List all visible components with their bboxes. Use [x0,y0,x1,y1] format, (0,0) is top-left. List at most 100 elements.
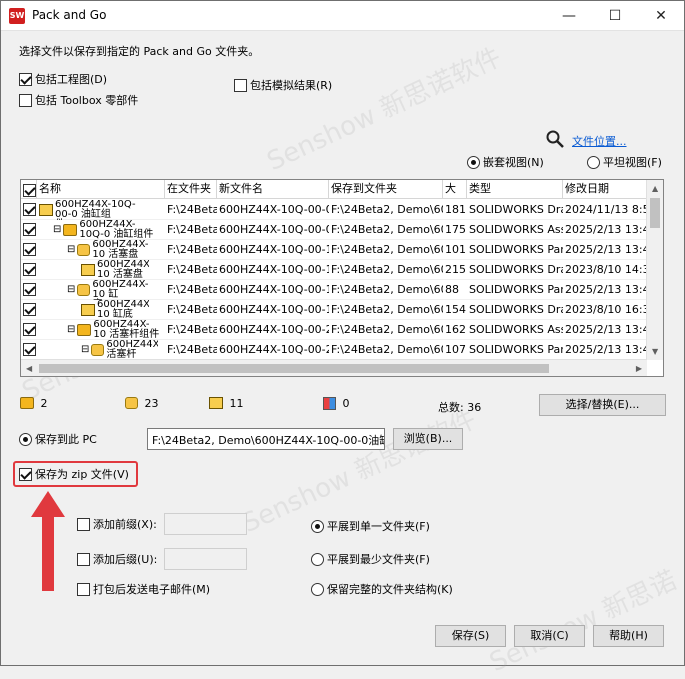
cell-new-name: 600HZ44X-10Q-00-0 [219,223,329,236]
cell-new-name: 600HZ44X-10Q-00-2- [219,343,329,356]
row-checkbox[interactable] [23,323,36,336]
scroll-left-arrow-icon[interactable]: ◀ [26,364,32,373]
select-all-checkbox[interactable] [23,183,36,197]
cell-size: 215 [445,263,466,276]
assembly-icon [63,224,78,236]
flat-view-radio[interactable] [587,155,600,169]
drawing-icon [81,304,95,316]
table-row[interactable]: ⊟ 600HZ44X- 活塞杆 F:\24Beta 600HZ44X-10Q-00-2… [21,340,647,360]
row-checkbox[interactable] [23,303,36,316]
add-prefix-option[interactable]: 添加前缀(X): [77,516,157,532]
tree-collapse-icon[interactable]: ⊟ [67,284,75,295]
cancel-button[interactable]: 取消(C) [514,625,585,647]
nested-view-option[interactable]: 嵌套视图(N) [467,154,544,170]
horizontal-scrollbar[interactable]: ◀ ▶ [21,359,647,376]
tree-collapse-icon[interactable]: ⊟ [81,344,89,355]
flat-view-option[interactable]: 平坦视图(F) [587,154,662,170]
part-icon [91,344,105,356]
cell-size: 181 [445,203,466,216]
tree-collapse-icon[interactable]: ⊟ [67,324,75,335]
send-email-option[interactable]: 打包后发送电子邮件(M) [77,581,210,597]
save-path-input[interactable]: F:\24Beta2, Demo\600HZ44X-10Q-00-0油缸组 [147,428,385,450]
nested-view-radio[interactable] [467,155,480,169]
include-simulation-option[interactable]: 包括模拟结果(R) [234,77,332,93]
vertical-scroll-thumb[interactable] [650,198,660,228]
file-name-label: 600HZ44X-10 活塞杆组件 [93,320,160,340]
include-drawings-checkbox[interactable] [19,72,32,86]
table-row[interactable]: ⊟ 600HZ44X-10 活塞杆组件 F:\24Beta 600HZ44X-10Q-… [21,320,647,340]
add-suffix-checkbox[interactable] [77,552,90,566]
file-location-link[interactable]: 文件位置... [572,133,627,149]
flatten-single-option[interactable]: 平展到单一文件夹(F) [311,518,430,534]
prefix-input[interactable] [164,513,247,535]
add-suffix-option[interactable]: 添加后缀(U): [77,551,157,567]
row-checkbox[interactable] [23,223,36,236]
include-simulation-checkbox[interactable] [234,78,247,92]
row-checkbox[interactable] [23,343,36,356]
horizontal-scroll-thumb[interactable] [39,364,549,373]
send-email-checkbox[interactable] [77,582,90,596]
row-checkbox[interactable] [23,243,36,256]
file-list-table[interactable]: 名称 在文件夹 新文件名 保存到文件夹 大 类型 修改日期 600HZ44X-1… [20,179,664,377]
keep-full-structure-option[interactable]: 保留完整的文件夹结构(K) [311,581,453,597]
cell-size: 107 [445,343,466,356]
row-checkbox[interactable] [23,203,36,216]
cell-type: SOLIDWORKS Ass [469,323,563,336]
table-header: 名称 在文件夹 新文件名 保存到文件夹 大 类型 修改日期 [21,180,647,199]
table-row[interactable]: ⊟ 600HZ44X-10Q-0 油缸组件 F:\24Beta 600HZ44X-10… [21,220,647,240]
cell-save-to: F:\24Beta2, Demo\60 [331,283,443,296]
save-to-pc-radio[interactable] [19,432,32,446]
select-replace-button[interactable]: 选择/替换(E)... [539,394,666,416]
select-all-column[interactable] [21,180,37,199]
add-prefix-checkbox[interactable] [77,517,90,531]
minimize-button[interactable]: — [546,1,592,31]
table-row[interactable]: ⊟ 600HZ44X-10 缸底.SLDPRT F:\24Beta600HZ44X-… [21,280,647,300]
cell-name: ⊟ 600HZ44X-10 缸底.SLDPRT [65,280,165,300]
include-toolbox-option[interactable]: 包括 Toolbox 零部件 [19,92,138,108]
column-header-new-name[interactable]: 新文件名 [217,180,329,199]
magnifier-icon[interactable] [545,129,565,149]
include-toolbox-checkbox[interactable] [19,93,32,107]
cell-name: 600HZ44X-10Q-00-0 油缸组件.SLDDRW [37,200,165,220]
maximize-button[interactable]: ☐ [592,1,638,31]
title-bar[interactable]: SW Pack and Go — ☐ ✕ [1,1,684,31]
flatten-single-radio[interactable] [311,519,324,533]
cell-name: 600HZ44X-10 活塞盘 [79,260,165,280]
scroll-down-arrow-icon[interactable]: ▼ [652,347,658,356]
table-row[interactable]: 600HZ44X-10 缸底 F:\24Beta 600HZ44X-10Q-00-1… [21,300,647,320]
file-name-label: 600HZ44X-10 活塞盘 [97,260,149,280]
scroll-right-arrow-icon[interactable]: ▶ [636,364,642,373]
row-checkbox[interactable] [23,263,36,276]
column-header-name[interactable]: 名称 [37,180,165,199]
column-header-in-folder[interactable]: 在文件夹 [165,180,217,199]
column-header-size[interactable]: 大 [443,180,467,199]
save-as-zip-option[interactable]: 保存为 zip 文件(V) [19,466,129,482]
column-header-date[interactable]: 修改日期 [563,180,647,199]
file-name-label: 600HZ44X-10 活塞盘 [92,240,149,260]
table-row[interactable]: ⊟ 600HZ44X-10 活塞盘 F:\24Beta 600HZ44X-10Q-00… [21,240,647,260]
column-header-save-to[interactable]: 保存到文件夹 [329,180,443,199]
vertical-scrollbar[interactable]: ▲ ▼ [646,180,663,360]
scroll-up-arrow-icon[interactable]: ▲ [652,184,658,193]
keep-full-structure-radio[interactable] [311,582,324,596]
column-header-type[interactable]: 类型 [467,180,563,199]
file-name-label: 600HZ44X-10Q-00-0 油缸组件.SLDDRW [55,200,136,220]
flatten-fewest-radio[interactable] [311,552,324,566]
suffix-input[interactable] [164,548,247,570]
save-button[interactable]: 保存(S) [435,625,506,647]
save-as-zip-checkbox[interactable] [19,467,32,481]
tree-collapse-icon[interactable]: ⊟ [53,224,61,235]
help-button[interactable]: 帮助(H) [593,625,664,647]
table-row[interactable]: 600HZ44X-10 活塞盘 F:\24Beta 600HZ44X-10Q-00-… [21,260,647,280]
save-to-pc-option[interactable]: 保存到此 PC [19,431,97,447]
cell-date: 2025/2/13 13:40 [565,323,647,336]
watermark: Senshow 新思诺 [485,565,682,679]
cell-save-to: F:\24Beta2, Demo\60 [331,243,443,256]
browse-button[interactable]: 浏览(B)... [393,428,463,450]
table-row[interactable]: 600HZ44X-10Q-00-0 油缸组件.SLDDRW F:\24Beta60… [21,200,647,220]
include-drawings-option[interactable]: 包括工程图(D) [19,71,107,87]
tree-collapse-icon[interactable]: ⊟ [67,244,75,255]
close-button[interactable]: ✕ [638,1,684,31]
row-checkbox[interactable] [23,283,36,296]
flatten-fewest-option[interactable]: 平展到最少文件夹(F) [311,551,430,567]
